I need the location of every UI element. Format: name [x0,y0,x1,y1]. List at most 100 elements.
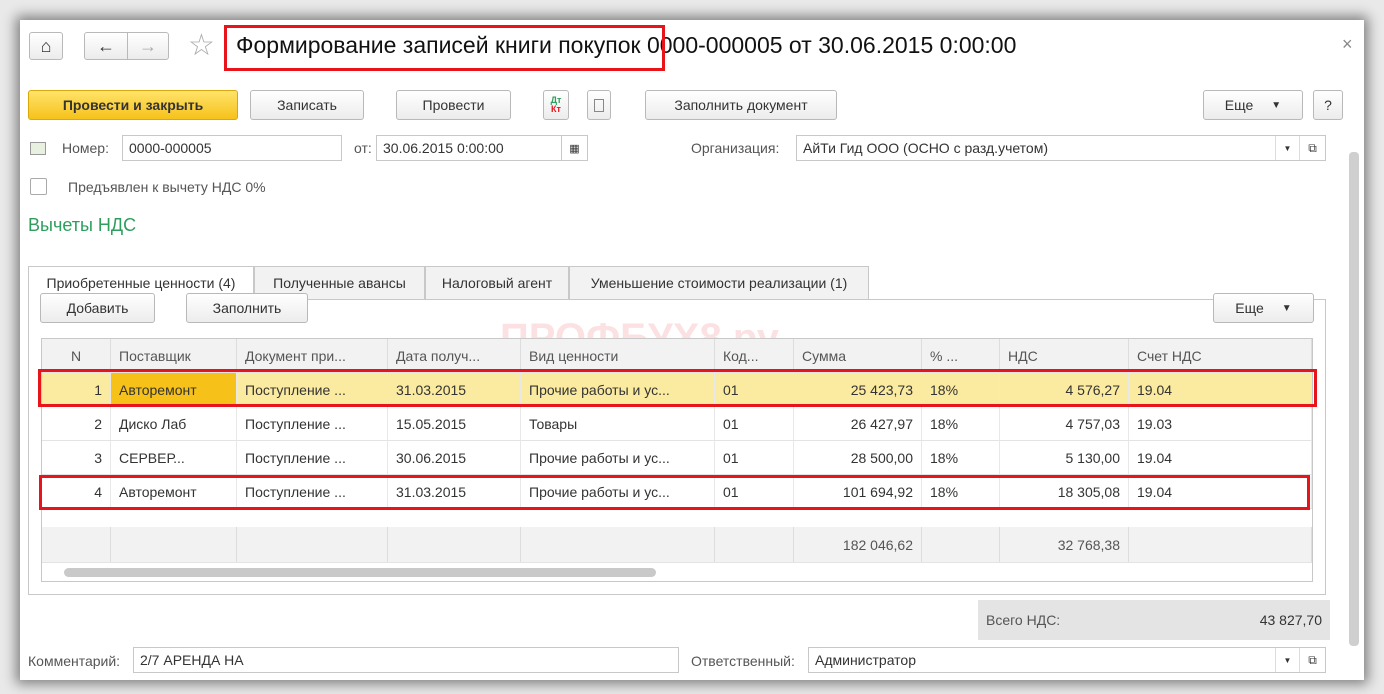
cell-n[interactable]: 3 [42,441,111,474]
col-vat[interactable]: НДС [1000,339,1129,372]
document-icon [594,98,604,112]
cell-supplier[interactable]: Авторемонт [111,475,237,508]
cell-rate[interactable]: 18% [922,407,1000,440]
col-supplier[interactable]: Поставщик [111,339,237,372]
home-button[interactable]: ⌂ [29,32,63,60]
cell-document[interactable]: Поступление ... [237,407,388,440]
total-vat-label: Всего НДС: [986,612,1061,628]
col-rate[interactable]: % ... [922,339,1000,372]
responsible-label: Ответственный: [691,653,795,669]
cell-document[interactable]: Поступление ... [237,373,388,406]
title-main: Формирование записей книги покупок [236,32,641,58]
date-field[interactable]: 30.06.2015 0:00:00 ▦ [376,135,588,161]
table-row[interactable]: 3 СЕРВЕР... Поступление ... 30.06.2015 Прочи… [42,441,1312,475]
tab-tax-agent[interactable]: Налоговый агент [425,266,569,300]
caret-down-icon: ▼ [1281,302,1292,314]
fill-document-button[interactable]: Заполнить документ [645,90,837,120]
help-button[interactable]: ? [1313,90,1343,120]
col-vat-account[interactable]: Счет НДС [1129,339,1312,372]
table-more-label: Еще [1235,300,1264,316]
cell-date[interactable]: 31.03.2015 [388,373,521,406]
organization-field[interactable]: АйТи Гид ООО (ОСНО с разд.учетом) ▼ ⧉ [796,135,1326,161]
number-field[interactable]: 0000-000005 [122,135,342,161]
col-sum[interactable]: Сумма [794,339,922,372]
cell-vat-account[interactable]: 19.03 [1129,407,1312,440]
dropdown-icon[interactable]: ▼ [1275,136,1299,160]
cell-n[interactable]: 4 [42,475,111,508]
total-vat-value: 43 827,70 [1259,612,1322,628]
post-button[interactable]: Провести [396,90,511,120]
dt-kt-button[interactable]: Дт Кт [543,90,569,120]
report-button[interactable] [587,90,611,120]
vat-zero-label: Предъявлен к вычету НДС 0% [68,179,266,195]
col-date[interactable]: Дата получ... [388,339,521,372]
vat-zero-checkbox[interactable] [30,178,47,195]
cell-rate[interactable]: 18% [922,475,1000,508]
table-row[interactable]: 4 Авторемонт Поступление ... 31.03.2015 Проч… [42,475,1312,509]
more-button[interactable]: Еще ▼ [1203,90,1303,120]
dropdown-icon[interactable]: ▼ [1275,648,1299,672]
fill-button[interactable]: Заполнить [186,293,308,323]
cell-document[interactable]: Поступление ... [237,475,388,508]
responsible-field[interactable]: Администратор ▼ ⧉ [808,647,1326,673]
arrow-left-icon: ← [97,35,115,56]
vertical-scrollbar[interactable] [1349,152,1359,646]
post-and-close-button[interactable]: Провести и закрыть [28,90,238,120]
cell-sum[interactable]: 28 500,00 [794,441,922,474]
cell-value-type[interactable]: Товары [521,407,715,440]
table-row[interactable]: 1 Авторемонт Поступление ... 31.03.2015 Проч… [42,373,1312,407]
col-value-type[interactable]: Вид ценности [521,339,715,372]
cell-vat-account[interactable]: 19.04 [1129,441,1312,474]
cell-supplier[interactable]: Диско Лаб [111,407,237,440]
table-row[interactable]: 2 Диско Лаб Поступление ... 15.05.2015 Товар… [42,407,1312,441]
cell-vat[interactable]: 4 576,27 [1000,373,1129,406]
cell-vat[interactable]: 4 757,03 [1000,407,1129,440]
open-icon[interactable]: ⧉ [1299,136,1325,160]
cell-vat-account[interactable]: 19.04 [1129,373,1312,406]
cell-sum[interactable]: 25 423,73 [794,373,922,406]
cell-rate[interactable]: 18% [922,441,1000,474]
cell-n[interactable]: 2 [42,407,111,440]
open-icon[interactable]: ⧉ [1299,648,1325,672]
cell-vat[interactable]: 5 130,00 [1000,441,1129,474]
cell-sum[interactable]: 101 694,92 [794,475,922,508]
cell-n[interactable]: 1 [42,373,111,406]
cell-value-type[interactable]: Прочие работы и ус... [521,441,715,474]
page-title: Формирование записей книги покупок 0000-… [236,32,1016,59]
cell-date[interactable]: 15.05.2015 [388,407,521,440]
forward-button[interactable]: → [127,32,169,60]
back-button[interactable]: ← [84,32,128,60]
add-button[interactable]: Добавить [40,293,155,323]
cell-vat-account[interactable]: 19.04 [1129,475,1312,508]
cell-document[interactable]: Поступление ... [237,441,388,474]
arrow-right-icon: → [139,35,157,56]
cell-date[interactable]: 30.06.2015 [388,441,521,474]
cell-code[interactable]: 01 [715,441,794,474]
close-icon[interactable]: × [1342,34,1353,55]
cell-supplier[interactable]: Авторемонт [111,373,237,406]
responsible-value: Администратор [815,652,917,668]
col-document[interactable]: Документ при... [237,339,388,372]
acquired-values-table: N Поставщик Документ при... Дата получ..… [41,338,1313,582]
cell-code[interactable]: 01 [715,373,794,406]
calendar-icon[interactable]: ▦ [561,136,587,160]
cell-sum[interactable]: 26 427,97 [794,407,922,440]
cell-code[interactable]: 01 [715,475,794,508]
cell-code[interactable]: 01 [715,407,794,440]
table-more-button[interactable]: Еще ▼ [1213,293,1314,323]
caret-down-icon: ▼ [1271,99,1282,111]
horizontal-scrollbar[interactable] [64,568,656,577]
cell-date[interactable]: 31.03.2015 [388,475,521,508]
cell-value-type[interactable]: Прочие работы и ус... [521,373,715,406]
cell-vat[interactable]: 18 305,08 [1000,475,1129,508]
tab-cost-reduction[interactable]: Уменьшение стоимости реализации (1) [569,266,869,300]
col-code[interactable]: Код... [715,339,794,372]
save-button[interactable]: Записать [250,90,364,120]
favorite-star-icon[interactable]: ☆ [188,28,215,63]
cell-rate[interactable]: 18% [922,373,1000,406]
comment-field[interactable]: 2/7 АРЕНДА НА [133,647,679,673]
kt-icon: Кт [551,104,561,114]
col-n[interactable]: N [42,339,111,372]
cell-value-type[interactable]: Прочие работы и ус... [521,475,715,508]
cell-supplier[interactable]: СЕРВЕР... [111,441,237,474]
